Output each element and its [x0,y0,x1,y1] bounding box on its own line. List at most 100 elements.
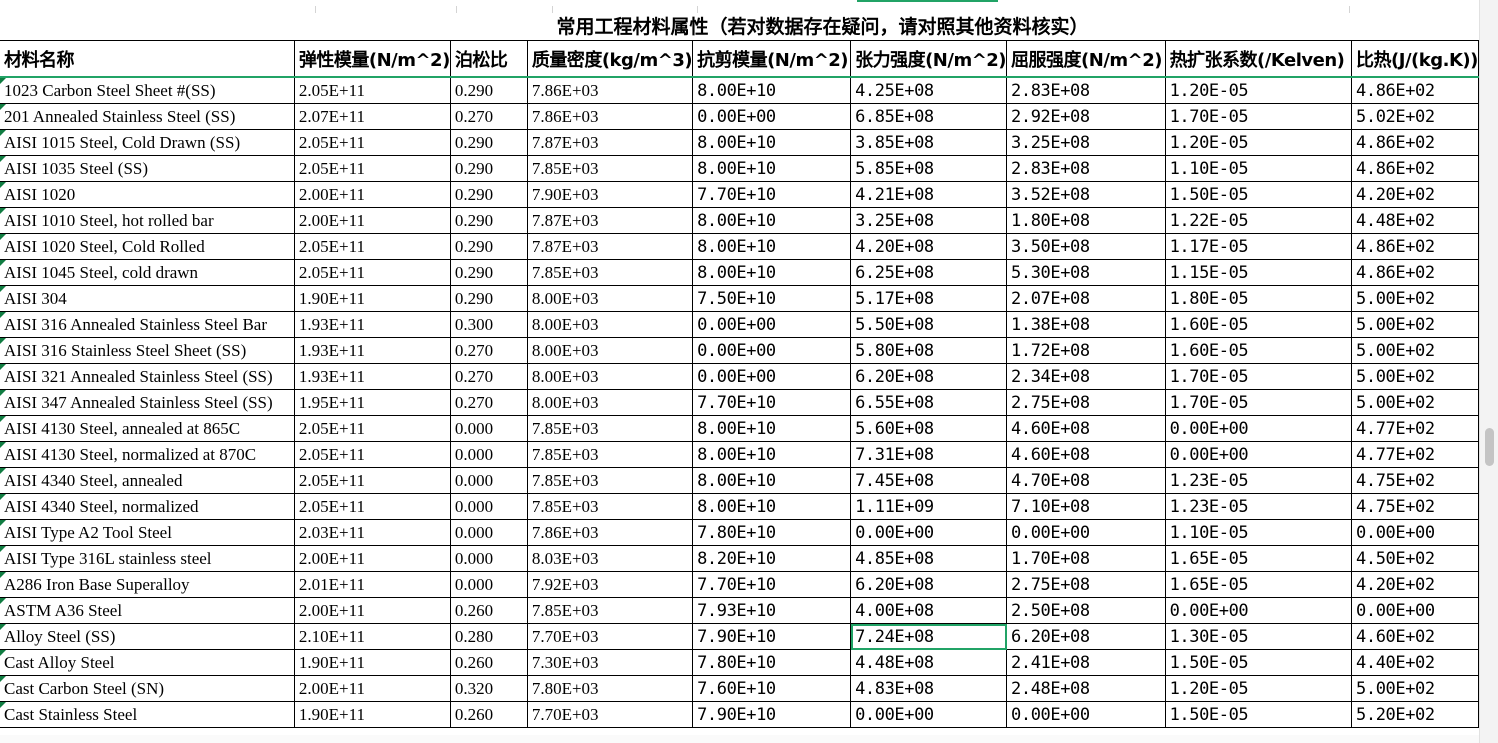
title-cell[interactable]: 常用工程材料属性（若对数据存在疑问，请对照其他资料核实） [0,6,1479,41]
value-cell[interactable]: 0.320 [450,675,528,702]
material-name-cell[interactable]: ASTM A36 Steel [0,597,295,624]
column-header[interactable]: 材料名称 [0,41,295,78]
value-cell[interactable]: 5.17E+08 [850,285,1008,312]
value-cell[interactable]: 1.60E-05 [1165,337,1353,364]
value-cell[interactable]: 0.00E+00 [1165,415,1353,442]
material-name-cell[interactable]: AISI 1020 Steel, Cold Rolled [0,233,295,260]
value-cell[interactable]: 8.00E+03 [527,389,694,416]
material-name-cell[interactable]: AISI 4130 Steel, annealed at 865C [0,415,295,442]
value-cell[interactable]: 7.87E+03 [527,233,694,260]
value-cell[interactable]: 4.86E+02 [1351,233,1479,260]
value-cell[interactable]: 7.87E+03 [527,129,694,156]
value-cell[interactable]: 1.22E-05 [1165,207,1353,234]
value-cell[interactable]: 2.48E+08 [1006,675,1166,702]
value-cell[interactable]: 5.60E+08 [850,415,1008,442]
value-cell[interactable]: 2.05E+11 [294,259,451,286]
value-cell[interactable]: 4.20E+02 [1351,571,1479,598]
value-cell[interactable]: 1.50E-05 [1165,181,1353,208]
value-cell[interactable]: 0.270 [450,103,528,130]
value-cell[interactable]: 0.260 [450,701,528,728]
value-cell[interactable]: 7.60E+10 [692,675,852,702]
value-cell[interactable]: 0.270 [450,363,528,390]
value-cell[interactable]: 4.75E+02 [1351,467,1479,494]
value-cell[interactable]: 7.70E+10 [692,571,852,598]
value-cell[interactable]: 8.00E+10 [692,493,852,520]
value-cell[interactable]: 4.40E+02 [1351,649,1479,676]
vertical-scrollbar[interactable] [1479,0,1498,743]
value-cell[interactable]: 8.00E+03 [527,311,694,338]
column-header[interactable]: 质量密度(kg/m^3) [527,41,694,78]
value-cell[interactable]: 8.00E+10 [692,259,852,286]
value-cell[interactable]: 5.80E+08 [850,337,1008,364]
value-cell[interactable]: 7.70E+03 [527,623,694,650]
material-name-cell[interactable]: AISI Type A2 Tool Steel [0,519,295,546]
value-cell[interactable]: 2.41E+08 [1006,649,1166,676]
value-cell[interactable]: 6.85E+08 [850,103,1008,130]
value-cell[interactable]: 4.60E+02 [1351,623,1479,650]
value-cell[interactable]: 7.70E+10 [692,181,852,208]
column-header[interactable]: 抗剪模量(N/m^2) [692,41,852,78]
value-cell[interactable]: 1.11E+09 [850,493,1008,520]
material-name-cell[interactable]: AISI 1015 Steel, Cold Drawn (SS) [0,129,295,156]
value-cell[interactable]: 1.93E+11 [294,337,451,364]
value-cell[interactable]: 1.30E-05 [1165,623,1353,650]
value-cell[interactable]: 4.86E+02 [1351,259,1479,286]
value-cell[interactable]: 4.20E+02 [1351,181,1479,208]
value-cell[interactable]: 7.10E+08 [1006,493,1166,520]
value-cell[interactable]: 1.65E-05 [1165,545,1353,572]
value-cell[interactable]: 1.23E-05 [1165,493,1353,520]
value-cell[interactable]: 1.95E+11 [294,389,451,416]
column-header[interactable]: 弹性模量(N/m^2) [294,41,451,78]
value-cell[interactable]: 0.000 [450,415,528,442]
value-cell[interactable]: 4.77E+02 [1351,415,1479,442]
value-cell[interactable]: 8.00E+10 [692,129,852,156]
material-name-cell[interactable]: AISI 4340 Steel, annealed [0,467,295,494]
value-cell[interactable]: 4.48E+08 [850,649,1008,676]
value-cell[interactable]: 0.00E+00 [850,701,1008,728]
value-cell[interactable]: 6.20E+08 [850,363,1008,390]
value-cell[interactable]: 7.45E+08 [850,467,1008,494]
value-cell[interactable]: 0.290 [450,77,528,104]
value-cell[interactable]: 8.00E+10 [692,441,852,468]
value-cell[interactable]: 1.70E-05 [1165,103,1353,130]
value-cell[interactable]: 5.00E+02 [1351,337,1479,364]
value-cell[interactable]: 0.290 [450,181,528,208]
value-cell[interactable]: 8.03E+03 [527,545,694,572]
material-name-cell[interactable]: AISI 1010 Steel, hot rolled bar [0,207,295,234]
value-cell[interactable]: 0.00E+00 [1006,519,1166,546]
value-cell[interactable]: 2.75E+08 [1006,389,1166,416]
value-cell[interactable]: 7.80E+10 [692,649,852,676]
value-cell[interactable]: 3.25E+08 [850,207,1008,234]
material-name-cell[interactable]: AISI Type 316L stainless steel [0,545,295,572]
value-cell[interactable]: 6.20E+08 [850,571,1008,598]
value-cell[interactable]: 8.00E+03 [527,363,694,390]
value-cell[interactable]: 1.65E-05 [1165,571,1353,598]
value-cell[interactable]: 2.50E+08 [1006,597,1166,624]
value-cell[interactable]: 5.00E+02 [1351,389,1479,416]
value-cell[interactable]: 0.000 [450,441,528,468]
value-cell[interactable]: 5.85E+08 [850,155,1008,182]
value-cell[interactable]: 4.86E+02 [1351,155,1479,182]
value-cell[interactable]: 7.87E+03 [527,207,694,234]
value-cell[interactable]: 0.260 [450,597,528,624]
material-name-cell[interactable]: AISI 347 Annealed Stainless Steel (SS) [0,389,295,416]
value-cell[interactable]: 4.25E+08 [850,77,1008,104]
value-cell[interactable]: 3.25E+08 [1006,129,1166,156]
value-cell[interactable]: 2.03E+11 [294,519,451,546]
material-name-cell[interactable]: AISI 1020 [0,181,295,208]
value-cell[interactable]: 0.000 [450,467,528,494]
value-cell[interactable]: 2.34E+08 [1006,363,1166,390]
value-cell[interactable]: 7.85E+03 [527,259,694,286]
value-cell[interactable]: 2.01E+11 [294,571,451,598]
value-cell[interactable]: 0.00E+00 [1165,441,1353,468]
value-cell[interactable]: 4.83E+08 [850,675,1008,702]
value-cell[interactable]: 2.83E+08 [1006,77,1166,104]
value-cell[interactable]: 7.90E+10 [692,701,852,728]
value-cell[interactable]: 1.10E-05 [1165,155,1353,182]
value-cell[interactable]: 0.000 [450,545,528,572]
value-cell[interactable]: 5.02E+02 [1351,103,1479,130]
value-cell[interactable]: 1.93E+11 [294,311,451,338]
value-cell[interactable]: 5.00E+02 [1351,363,1479,390]
value-cell[interactable]: 0.00E+00 [1165,597,1353,624]
value-cell[interactable]: 4.60E+08 [1006,441,1166,468]
